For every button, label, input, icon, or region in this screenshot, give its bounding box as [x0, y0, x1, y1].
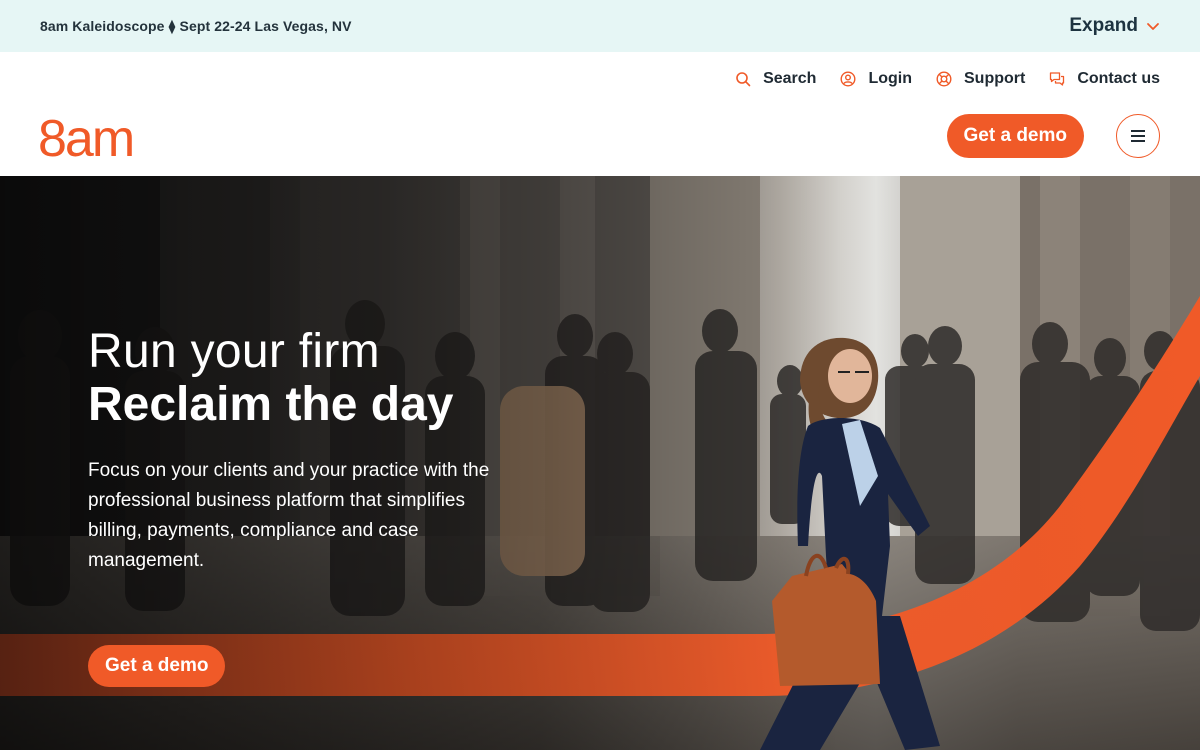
search-icon: [736, 72, 751, 87]
contact-label: Contact us: [1077, 70, 1160, 87]
hero-content: Run your firm Reclaim the day Focus on y…: [88, 326, 548, 576]
hero-demo-button[interactable]: Get a demo: [88, 645, 226, 687]
announcement-bar: 8am Kaleidoscope ⧫ Sept 22-24 Las Vegas,…: [0, 0, 1200, 52]
header-demo-button[interactable]: Get a demo: [946, 114, 1084, 158]
contact-link[interactable]: Contact us: [1049, 70, 1160, 88]
expand-label: Expand: [1069, 15, 1138, 36]
site-header: Search Login Support Contact us 8am Get …: [0, 52, 1200, 176]
logo-mark: 8am: [38, 110, 135, 168]
announcement-text: 8am Kaleidoscope ⧫ Sept 22-24 Las Vegas,…: [40, 17, 352, 34]
support-label: Support: [964, 70, 1026, 87]
hero-section: Run your firm Reclaim the day Focus on y…: [0, 176, 1200, 750]
chevron-down-icon: [1147, 23, 1159, 30]
lifebuoy-icon: [936, 71, 952, 87]
search-label: Search: [763, 70, 817, 87]
menu-button[interactable]: [1116, 114, 1160, 158]
logo-text: 8am: [38, 110, 133, 162]
chat-icon: [1050, 72, 1065, 86]
brand-logo[interactable]: 8am: [38, 110, 135, 168]
login-label: Login: [868, 70, 912, 87]
expand-button[interactable]: Expand: [1069, 15, 1160, 37]
hero-headline-bold: Reclaim the day: [88, 378, 454, 431]
search-link[interactable]: Search: [735, 70, 816, 88]
user-icon: [840, 71, 856, 87]
utility-nav: Search Login Support Contact us: [735, 70, 1160, 88]
hero-description: Focus on your clients and your practice …: [88, 460, 490, 571]
login-link[interactable]: Login: [840, 70, 912, 88]
support-link[interactable]: Support: [936, 70, 1025, 88]
hamburger-icon: [1131, 130, 1145, 142]
hero-headline-light: Run your firm: [88, 325, 380, 378]
